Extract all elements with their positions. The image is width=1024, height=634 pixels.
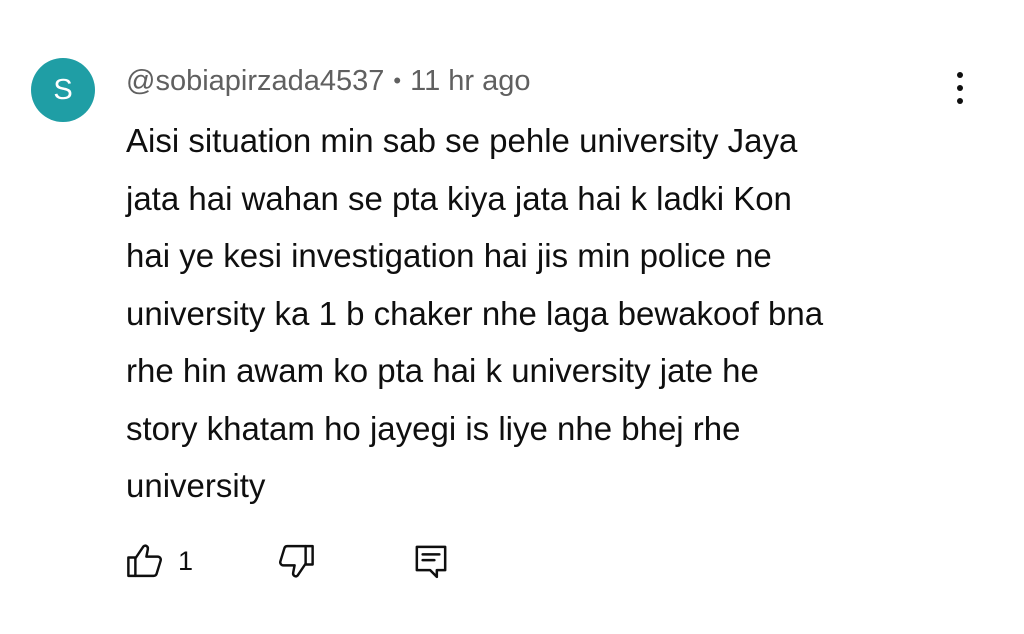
comment-text-line: rhe hin awam ko pta hai k university jat… (126, 352, 759, 389)
comment-text-line: university ka 1 b chaker nhe laga bewako… (126, 294, 824, 332)
thumbs-up-icon (124, 540, 166, 582)
like-count: 1 (178, 545, 194, 576)
comment-text-line: Aisi situation min sab se pehle universi… (126, 122, 798, 159)
reply-button[interactable] (411, 541, 451, 581)
reply-comment-icon (411, 541, 451, 581)
comment-text: Aisi situation min sab se pehle universi… (126, 112, 956, 515)
comment-timestamp[interactable]: 11 hr ago (410, 65, 530, 98)
comment-header: @sobiapirzada4537 • 11 hr ago (126, 59, 531, 103)
more-options-button[interactable] (938, 63, 982, 113)
more-vert-icon-dot (957, 98, 963, 104)
comment-actions: 1 (124, 537, 451, 585)
comment-text-line: university (126, 467, 266, 504)
dislike-button[interactable] (275, 540, 317, 582)
comment-text-line: hai ye kesi investigation hai jis min po… (126, 237, 772, 274)
author-handle[interactable]: @sobiapirzada4537 (126, 65, 384, 98)
header-separator: • (393, 68, 402, 93)
like-button[interactable]: 1 (124, 540, 193, 582)
more-vert-icon (957, 72, 963, 78)
comment-text-line: jata hai wahan se pta kiya jata hai k la… (126, 179, 792, 217)
comment-text-line: story khatam ho jayegi is liye nhe bhej … (126, 409, 741, 447)
more-vert-icon-dot (957, 85, 963, 91)
thumbs-down-icon (275, 540, 317, 582)
avatar[interactable]: S (31, 58, 95, 122)
comment-item: S @sobiapirzada4537 • 11 hr ago Aisi sit… (0, 0, 1024, 634)
